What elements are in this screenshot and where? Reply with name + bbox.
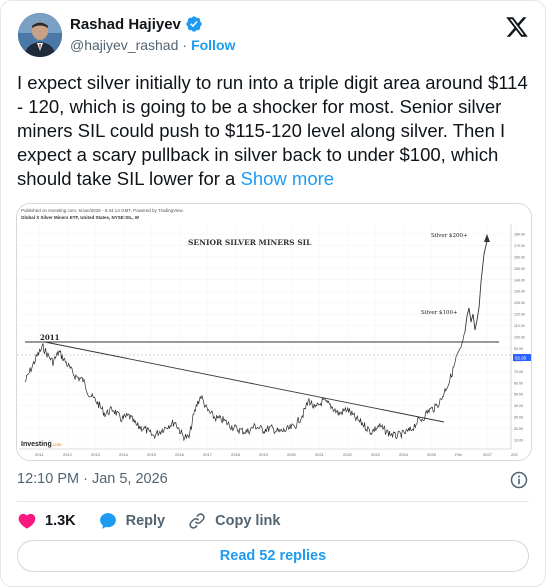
tweet-card: Rashad Hajiyev @hajiyev_rashad · Follow … [0, 0, 546, 587]
x-tick-label: 2025 [427, 452, 437, 457]
chart-published-note: Published on Investing.com, 5/Jan/2026 -… [21, 208, 184, 213]
copy-link-button[interactable]: Copy link [187, 511, 280, 531]
x-tick-label: 2015 [147, 452, 157, 457]
link-icon [189, 513, 205, 529]
tweet-media-chart[interactable]: Published on Investing.com, 5/Jan/2026 -… [16, 203, 532, 461]
x-tick-label: 2022 [343, 452, 353, 457]
x-tick-label: 2027 [483, 452, 493, 457]
author-avatar[interactable] [18, 13, 62, 57]
y-tick-label: 60.00 [514, 381, 523, 385]
info-icon[interactable] [509, 470, 529, 490]
y-tick-label: 20.00 [514, 427, 523, 431]
label-silver-200: Silver $200+ [431, 233, 468, 239]
tweet-timestamp[interactable]: 12:10 PM · Jan 5, 2026 [17, 471, 168, 487]
x-tick-label: 2016 [175, 452, 185, 457]
y-tick-label: 110.00 [514, 324, 525, 328]
x-tick-label: Feb [455, 452, 463, 457]
y-tick-label: 100.00 [514, 336, 525, 340]
y-tick-label: 130.00 [514, 290, 525, 294]
x-tick-label: 2018 [231, 452, 241, 457]
label-silver-100: Silver $100+ [421, 310, 458, 316]
sil-chart: Published on Investing.com, 5/Jan/2026 -… [17, 204, 531, 460]
author-name[interactable]: Rashad Hajiyev [70, 16, 181, 33]
like-button[interactable]: 1.3K [17, 511, 76, 531]
action-bar: 1.3K Reply Copy link [17, 509, 302, 533]
heart-icon [18, 513, 36, 529]
watermark-suffix: .com [52, 442, 62, 447]
author-name-row: Rashad Hajiyev [70, 15, 203, 33]
chart-instrument: Global X Silver Miners ETF, United State… [21, 215, 140, 220]
y-tick-label: 40.00 [514, 404, 523, 408]
tweet-text: I expect silver initially to run into a … [17, 71, 533, 191]
y-tick-label: 150.00 [514, 267, 525, 271]
reply-bubble-icon [99, 513, 116, 529]
watermark-main: Investing [21, 441, 52, 448]
investing-watermark: Investing.com [21, 441, 62, 448]
x-tick-label: 2023 [371, 452, 381, 457]
like-count: 1.3K [45, 513, 76, 529]
y-tick-label: 70.00 [514, 370, 523, 374]
x-logo-icon[interactable] [505, 15, 529, 39]
x-tick-label: 2012 [63, 452, 73, 457]
y-tick-label: 90.00 [514, 347, 523, 351]
x-tick-label: 2013 [91, 452, 101, 457]
x-tick-label: 2014 [119, 452, 129, 457]
x-tick-label: 2017 [203, 452, 213, 457]
divider [17, 501, 529, 502]
y-tick-label: 170.00 [514, 244, 525, 248]
y-tick-label: 10.00 [514, 439, 523, 443]
x-tick-label: 2011 [35, 452, 44, 457]
read-replies-button[interactable]: Read 52 replies [17, 540, 529, 572]
chart-title: SENIOR SILVER MINERS SIL [188, 238, 312, 247]
y-tick-label: 120.00 [514, 313, 525, 317]
price-badge-text: 92.95 [515, 356, 527, 361]
x-tick-label: 2020 [287, 452, 297, 457]
x-tick-label: 202 [511, 452, 518, 457]
author-handle[interactable]: @hajiyev_rashad [70, 37, 178, 53]
handle-separator: · [182, 37, 188, 53]
x-tick-label: 2021 [315, 452, 325, 457]
author-handle-row: @hajiyev_rashad · Follow [70, 37, 235, 53]
verified-badge-icon [186, 16, 202, 32]
y-tick-label: 180.00 [514, 233, 525, 237]
reply-button[interactable]: Reply [98, 511, 166, 531]
x-tick-label: 2019 [259, 452, 269, 457]
y-tick-label: 125.00 [514, 301, 525, 305]
show-more-link[interactable]: Show more [241, 168, 335, 189]
follow-button[interactable]: Follow [191, 37, 235, 53]
x-tick-label: 2024 [399, 452, 409, 457]
y-tick-label: 160.00 [514, 255, 525, 259]
reply-label: Reply [125, 513, 166, 529]
label-2011: 2011 [40, 333, 60, 342]
y-tick-label: 30.00 [514, 416, 523, 420]
y-tick-label: 50.00 [514, 393, 523, 397]
y-tick-label: 140.00 [514, 278, 525, 282]
copy-link-label: Copy link [215, 513, 281, 529]
